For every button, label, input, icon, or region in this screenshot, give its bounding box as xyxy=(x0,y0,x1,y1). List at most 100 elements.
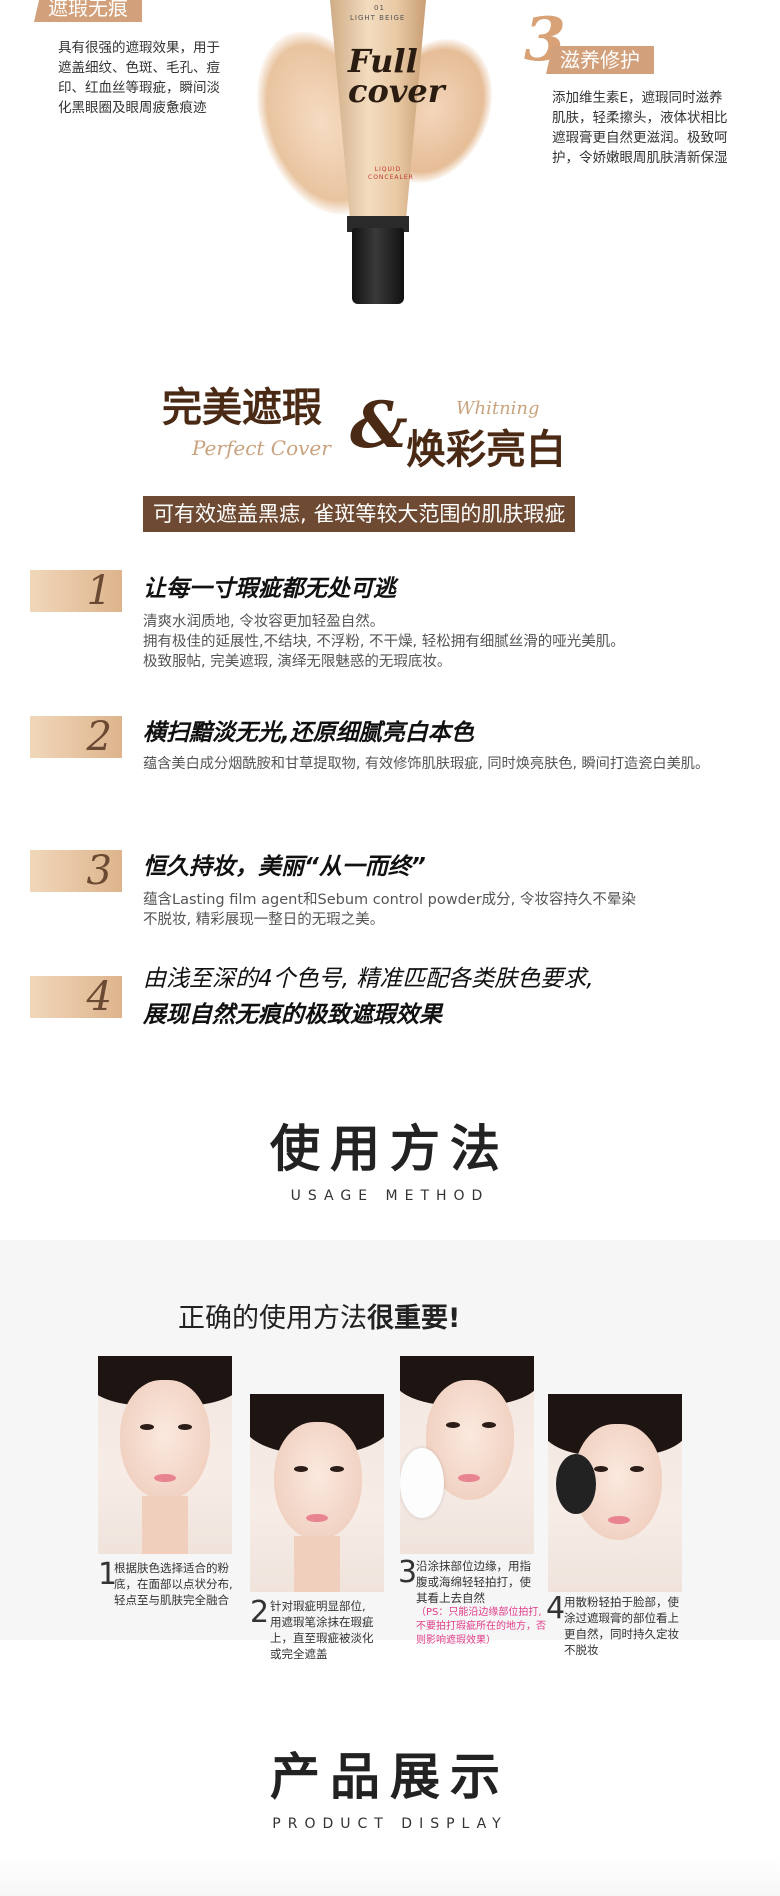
point-number: 2 xyxy=(86,714,112,760)
point-desc: 清爽水润质地, 令妆容更加轻盈自然。 拥有极佳的延展性,不结块, 不浮粉, 不干… xyxy=(143,612,625,672)
step-line: 沿涂抹部位边缘，用指 xyxy=(416,1559,531,1573)
step-text: 针对瑕疵明显部位, 用遮瑕笔涂抹在瑕疵 上，直至瑕疵被淡化 或完全遮盖 xyxy=(270,1598,402,1662)
point-number-box: 2 xyxy=(30,714,122,760)
step-text: 沿涂抹部位边缘，用指 腹或海绵轻轻拍打，使 其看上去自然 （PS：只能沿边缘部位… xyxy=(416,1558,550,1648)
shade-name: LIGHT BEIGE xyxy=(350,14,406,22)
point-desc: 蕴含美白成分烟酰胺和甘草提取物, 有效修饰肌肤瑕疵, 同时焕亮肤色, 瞬间打造瓷… xyxy=(143,754,709,774)
title-whitening: 焕彩亮白 xyxy=(406,427,566,473)
point-desc-line: 清爽水润质地, 令妆容更加轻盈自然。 xyxy=(143,614,385,630)
usage-heading: 正确的使用方法很重要! xyxy=(178,1296,460,1335)
puff xyxy=(556,1454,596,1514)
feature-1-tag: 遮瑕无痕 xyxy=(34,0,142,22)
display-subtitle: PRODUCT DISPLAY xyxy=(272,1816,508,1832)
point-number: 3 xyxy=(86,848,112,894)
face xyxy=(274,1422,362,1540)
shade-code: 01 xyxy=(374,4,385,12)
lips xyxy=(458,1474,480,1482)
eye xyxy=(178,1424,192,1430)
cover-banner: 可有效遮盖黑痣, 雀斑等较大范围的肌肤瑕疵 xyxy=(143,496,576,532)
step-line: 更自然，同时持久定妆 xyxy=(564,1627,679,1641)
step-line: 涂过遮瑕膏的部位看上 xyxy=(564,1611,679,1625)
step-line: 底，在面部以点状分布, xyxy=(114,1577,233,1591)
product-type: LIQUID CONCEALER xyxy=(368,166,414,181)
bottom-strip xyxy=(0,1856,780,1896)
feature-3-line: 肌肤，轻柔擦头，液体状相比 xyxy=(552,110,728,126)
step-text: 根据肤色选择适合的粉 底，在面部以点状分布, 轻点至与肌肤完全融合 xyxy=(114,1560,250,1608)
feature-3-tag: 滋养修护 xyxy=(546,46,654,74)
eye xyxy=(140,1424,154,1430)
step-line: 根据肤色选择适合的粉 xyxy=(114,1561,229,1575)
point-number-box: 1 xyxy=(30,568,122,614)
feature-3-line: 添加维生素E，遮瑕同时滋养 xyxy=(552,90,723,106)
step-text: 用散粉轻拍于脸部，使 涂过遮瑕膏的部位看上 更自然，同时持久定妆 不脱妆 xyxy=(564,1594,696,1658)
lips xyxy=(306,1514,328,1522)
step-note: 不要拍打瑕疵所在的地方，否 xyxy=(416,1621,546,1632)
usage-photo-1 xyxy=(98,1356,232,1554)
lips xyxy=(154,1474,176,1482)
step-number: 2 xyxy=(250,1595,270,1630)
lips xyxy=(608,1516,630,1524)
feature-3-line: 遮瑕膏更自然更滋润。极致呵 xyxy=(552,130,728,146)
eye xyxy=(446,1422,460,1428)
step-note: 则影响遮瑕效果） xyxy=(416,1635,496,1646)
step-number: 3 xyxy=(398,1555,418,1590)
point-title: 恒久持妆，美丽“从一而终” xyxy=(143,854,426,880)
neck xyxy=(142,1496,188,1554)
step-line: 用散粉轻拍于脸部，使 xyxy=(564,1595,679,1609)
step-line: 腹或海绵轻轻拍打，使 xyxy=(416,1575,531,1589)
feature-3-line: 护，令娇嫩眼周肌肤清新保湿 xyxy=(552,150,728,166)
feature-1-line: 化黑眼圈及眼周疲惫痕迹 xyxy=(58,100,207,116)
step-line: 不脱妆 xyxy=(564,1643,599,1657)
point-desc-line: 不脱妆, 精彩展现一整日的无瑕之美。 xyxy=(143,912,385,928)
point-title: 由浅至深的4个色号, 精准匹配各类肤色要求, 展现自然无痕的极致遮瑕效果 xyxy=(143,964,594,1030)
step-note: （PS：只能沿边缘部位拍打, xyxy=(416,1607,542,1618)
point-number: 1 xyxy=(86,568,112,614)
usage-photo-2 xyxy=(250,1394,384,1592)
tube-cap xyxy=(352,228,404,304)
step-number: 4 xyxy=(546,1591,566,1626)
ampersand: & xyxy=(350,388,408,463)
step-line: 或完全遮盖 xyxy=(270,1647,328,1661)
tube-brand: Full cover xyxy=(348,42,445,110)
feature-3-tag-text: 滋养修护 xyxy=(560,48,640,72)
step-line: 用遮瑕笔涂抹在瑕疵 xyxy=(270,1615,374,1629)
point-desc: 蕴含Lasting film agent和Sebum control powde… xyxy=(143,890,636,930)
step-line: 轻点至与肌肤完全融合 xyxy=(114,1593,229,1607)
point-title-line: 由浅至深的4个色号, 精准匹配各类肤色要求, xyxy=(143,966,594,992)
point-title: 让每一寸瑕疵都无处可逃 xyxy=(143,576,396,602)
eye xyxy=(630,1466,644,1472)
title-perfect-cover: 完美遮瑕 xyxy=(162,385,322,431)
feature-1-tag-text: 遮瑕无痕 xyxy=(48,0,128,20)
usage-photo-4 xyxy=(548,1394,682,1592)
usage-title: 使用方法 xyxy=(270,1120,510,1178)
sponge xyxy=(400,1448,444,1518)
display-title: 产品展示 xyxy=(270,1748,510,1806)
usage-photo-3 xyxy=(400,1356,534,1554)
step-line: 针对瑕疵明显部位, xyxy=(270,1599,366,1613)
step-line: 其看上去自然 xyxy=(416,1591,485,1605)
eye xyxy=(594,1466,608,1472)
usage-subtitle: USAGE METHOD xyxy=(290,1188,490,1204)
usage-heading-bold: 很重要! xyxy=(367,1303,461,1334)
eye xyxy=(330,1466,344,1472)
point-number: 4 xyxy=(86,974,112,1020)
point-desc-line: 蕴含美白成分烟酰胺和甘草提取物, 有效修饰肌肤瑕疵, 同时焕亮肤色, 瞬间打造瓷… xyxy=(143,756,710,772)
script-perfect-cover: Perfect Cover xyxy=(192,436,331,460)
script-whitening: Whitning xyxy=(456,398,540,419)
feature-1-line: 具有很强的遮瑕效果，用于 xyxy=(58,40,220,56)
feature-1-line: 印、红血丝等瑕疵，瞬间淡 xyxy=(58,80,220,96)
feature-1-line: 遮盖细纹、色斑、毛孔、痘 xyxy=(58,60,220,76)
eye xyxy=(294,1466,308,1472)
neck xyxy=(294,1536,340,1592)
step-line: 上，直至瑕疵被淡化 xyxy=(270,1631,374,1645)
usage-heading-normal: 正确的使用方法 xyxy=(178,1303,367,1334)
feature-1-text: 具有很强的遮瑕效果，用于 遮盖细纹、色斑、毛孔、痘 印、红血丝等瑕疵，瞬间淡 化… xyxy=(58,38,258,118)
feature-3-text: 添加维生素E，遮瑕同时滋养 肌肤，轻柔擦头，液体状相比 遮瑕膏更自然更滋润。极致… xyxy=(552,88,767,168)
point-desc-line: 蕴含Lasting film agent和Sebum control powde… xyxy=(143,892,636,908)
eye xyxy=(482,1422,496,1428)
point-desc-line: 极致服帖, 完美遮瑕, 演绎无限魅惑的无瑕底妆。 xyxy=(143,654,452,670)
point-desc-line: 拥有极佳的延展性,不结块, 不浮粉, 不干燥, 轻松拥有细腻丝滑的哑光美肌。 xyxy=(143,634,625,650)
point-number-box: 4 xyxy=(30,974,122,1020)
point-title-line: 展现自然无痕的极致遮瑕效果 xyxy=(143,1002,442,1028)
face xyxy=(120,1380,210,1500)
